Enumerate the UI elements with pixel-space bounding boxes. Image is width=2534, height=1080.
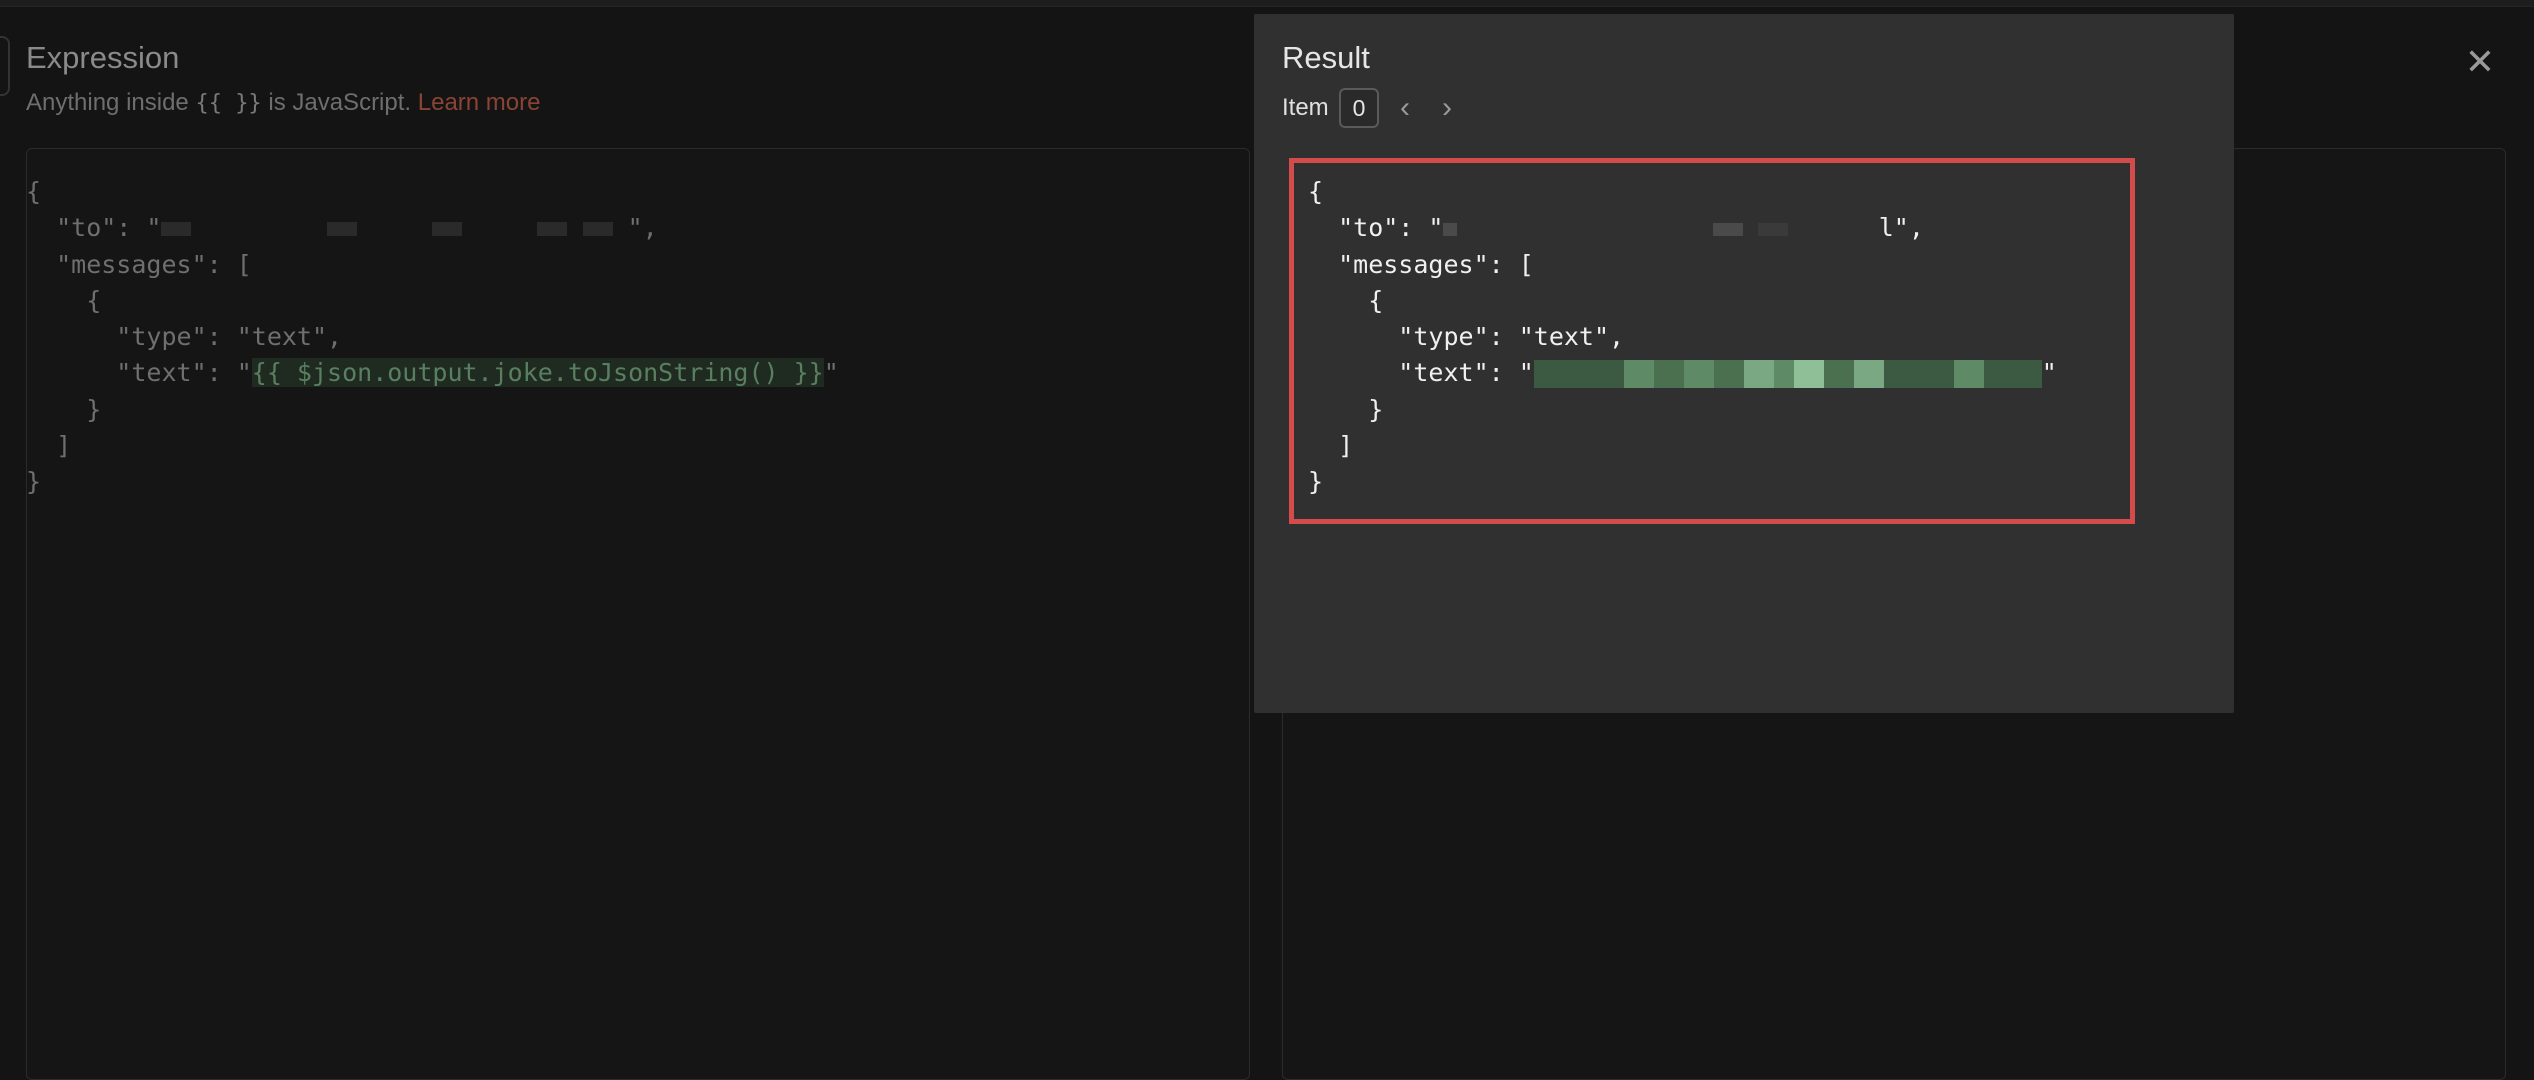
result-code: { "to": " l", "messages": [ { "type": "t… — [1308, 174, 2057, 501]
redacted-gap — [1743, 213, 1758, 242]
code-line: "messages": [ — [1308, 249, 1534, 279]
code-line: { — [1308, 177, 1324, 206]
text-key: "text": " — [26, 358, 252, 388]
to-key: "to": " — [26, 213, 162, 243]
redacted-block — [326, 222, 357, 237]
code-line: ] — [1308, 431, 1354, 461]
code-line: } — [26, 394, 102, 424]
redacted-block — [1713, 222, 1744, 236]
subtitle-prefix: Anything inside — [26, 89, 189, 116]
redacted-gap — [191, 213, 326, 242]
redacted-gap — [462, 213, 537, 242]
redacted-gap — [613, 213, 628, 242]
panel-edge-handle[interactable] — [0, 36, 10, 96]
redacted-gap — [357, 213, 432, 242]
code-line: ] — [26, 431, 72, 461]
redacted-gap — [567, 213, 582, 242]
code-line: { — [1308, 285, 1384, 315]
chevron-right-icon[interactable]: › — [1432, 92, 1462, 126]
subtitle-suffix: is JavaScript. — [268, 89, 412, 116]
text-end: " — [823, 358, 839, 388]
redacted-block — [1443, 222, 1458, 236]
redacted-block — [432, 222, 463, 237]
code-line: } — [26, 467, 42, 497]
redacted-gap — [1788, 213, 1878, 242]
redacted-text-value — [1533, 360, 2042, 389]
code-line: { — [26, 177, 42, 206]
redacted-block — [1758, 222, 1789, 236]
to-end: l", — [1878, 213, 1924, 243]
item-index-input[interactable]: 0 — [1339, 88, 1379, 128]
to-end: ", — [627, 213, 658, 243]
code-line: "text": "{{ $json.output.joke.toJsonStri… — [26, 355, 839, 391]
text-key: "text": " — [1308, 358, 1534, 388]
close-icon[interactable]: ✕ — [2462, 44, 2498, 80]
learn-more-link[interactable]: Learn more — [418, 89, 541, 116]
redacted-block — [161, 222, 192, 237]
code-line: "messages": [ — [26, 249, 252, 279]
subtitle-braces: {{ }} — [195, 91, 262, 116]
top-strip — [0, 0, 2534, 7]
code-line: "type": "text", — [26, 322, 343, 352]
code-line: "to": " ", — [26, 210, 839, 246]
code-line: "type": "text", — [1308, 322, 1625, 352]
code-line: } — [1308, 394, 1384, 424]
expression-code[interactable]: { "to": " ", "messages": [ { "type": "te… — [26, 174, 839, 501]
text-end: " — [2041, 358, 2057, 388]
chevron-left-icon[interactable]: ‹ — [1390, 92, 1420, 126]
item-label: Item — [1282, 94, 1329, 121]
redacted-gap — [1457, 213, 1713, 242]
code-line: } — [1308, 467, 1324, 497]
redacted-block — [537, 222, 568, 237]
code-line: "to": " l", — [1308, 210, 2057, 246]
code-line: { — [26, 285, 102, 315]
expression-highlight: {{ $json.output.joke.toJsonString() }} — [251, 358, 824, 388]
to-key: "to": " — [1308, 213, 1444, 243]
redacted-block — [582, 222, 613, 237]
code-line: "text": " " — [1308, 355, 2057, 391]
expression-subtitle: Anything inside {{ }} is JavaScript. Lea… — [26, 89, 540, 117]
expression-title: Expression — [26, 40, 180, 75]
result-title: Result — [1282, 40, 1370, 75]
